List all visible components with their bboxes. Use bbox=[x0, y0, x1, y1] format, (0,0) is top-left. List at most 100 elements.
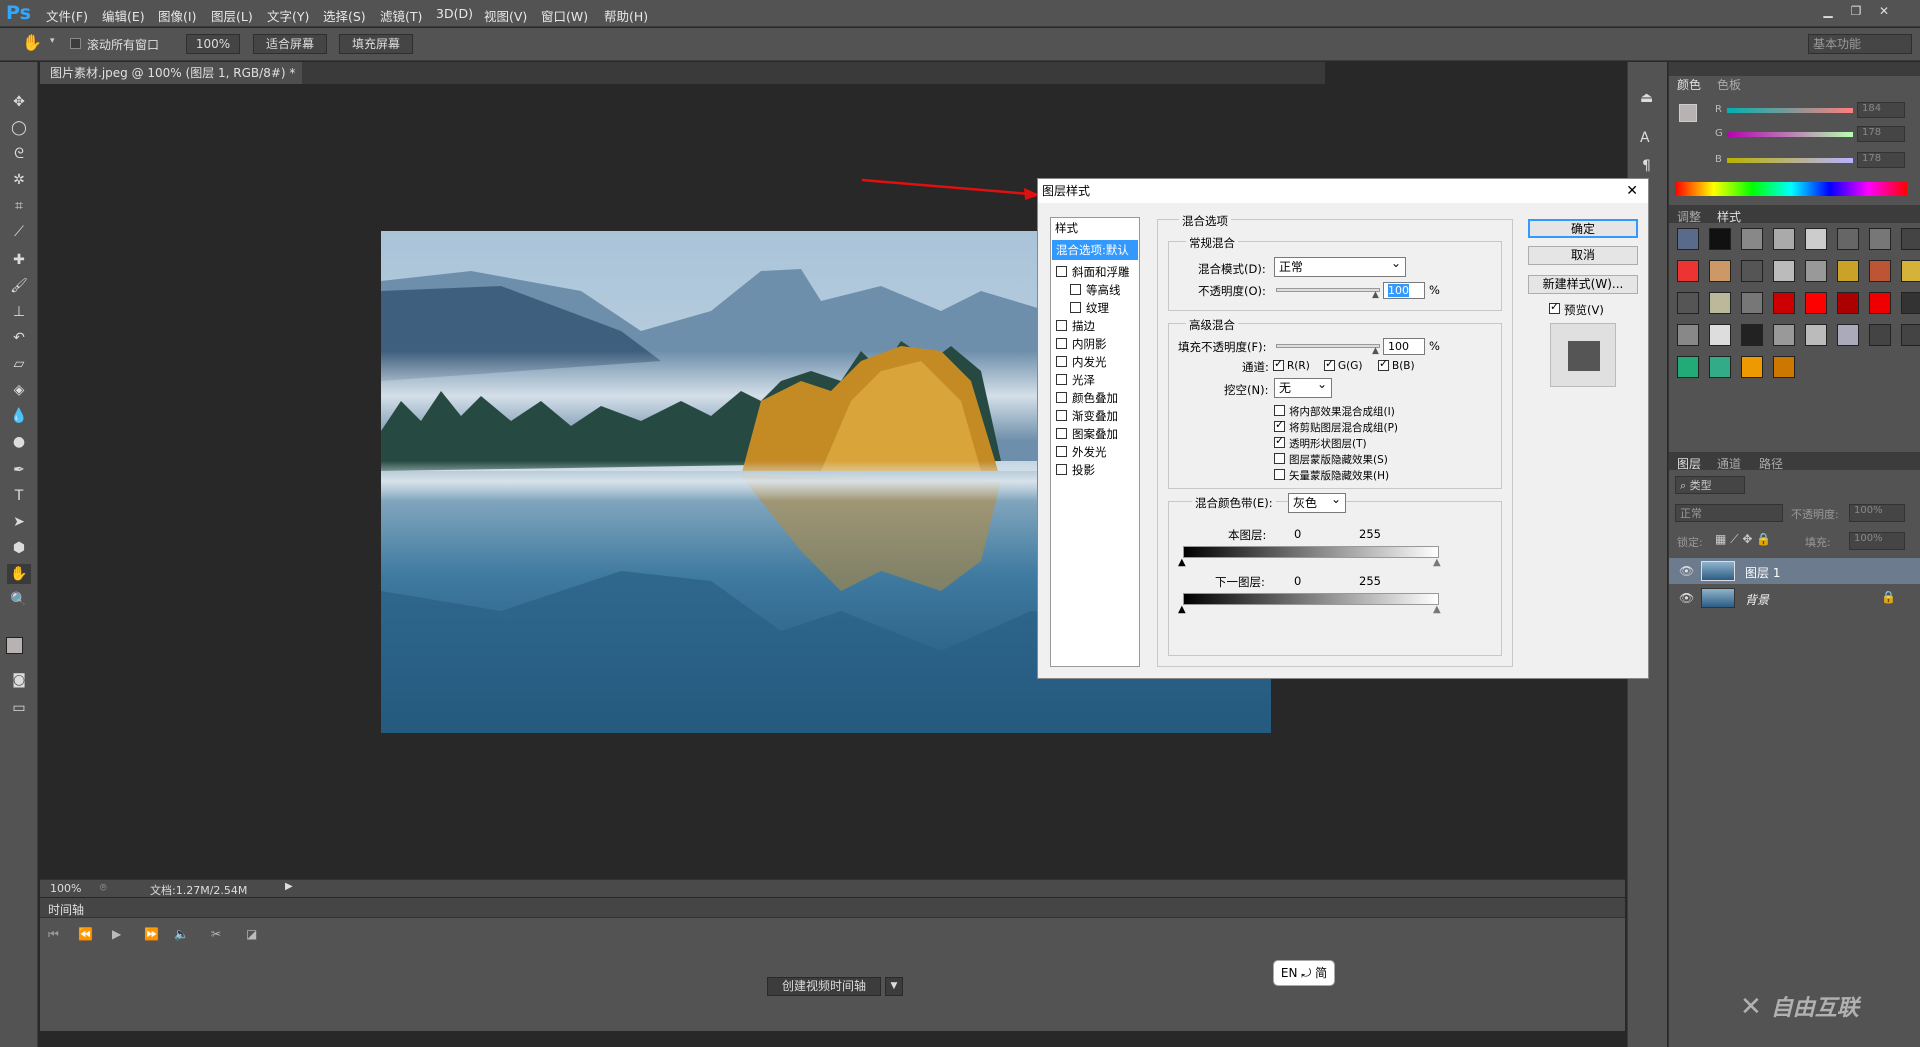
advanced-option-checkbox[interactable] bbox=[1274, 453, 1285, 464]
opacity-slider-thumb-icon[interactable]: ▲ bbox=[1372, 290, 1379, 300]
style-preset-swatch[interactable] bbox=[1805, 260, 1827, 282]
underlying-white-thumb-icon[interactable]: ▲ bbox=[1433, 604, 1441, 615]
brush-tool-icon[interactable]: 🖌 bbox=[7, 276, 31, 296]
advanced-option-checkbox[interactable] bbox=[1274, 405, 1285, 416]
style-item-8[interactable]: 颜色叠加 bbox=[1052, 389, 1138, 407]
visibility-eye-icon[interactable]: 👁 bbox=[1679, 591, 1694, 605]
timeline-transition-icon[interactable]: ◪ bbox=[246, 927, 257, 941]
style-item-checkbox[interactable] bbox=[1056, 446, 1067, 457]
style-preset-swatch[interactable] bbox=[1773, 260, 1795, 282]
style-preset-swatch[interactable] bbox=[1677, 228, 1699, 250]
new-style-button[interactable]: 新建样式(W)... bbox=[1528, 275, 1638, 294]
style-item-checkbox[interactable] bbox=[1056, 428, 1067, 439]
style-item-checkbox[interactable] bbox=[1056, 410, 1067, 421]
quick-mask-icon[interactable]: ◙ bbox=[7, 670, 31, 690]
screen-mode-icon[interactable]: ▭ bbox=[7, 698, 31, 718]
visibility-eye-icon[interactable]: 👁 bbox=[1679, 564, 1694, 578]
workspace-select[interactable]: 基本功能 bbox=[1808, 34, 1912, 54]
magic-wand-tool-icon[interactable]: ✲ bbox=[7, 170, 31, 190]
layer-row-selected[interactable]: 👁 图层 1 bbox=[1669, 558, 1920, 584]
style-preset-swatch[interactable] bbox=[1741, 292, 1763, 314]
style-item-2[interactable]: 等高线 bbox=[1052, 281, 1138, 299]
style-preset-swatch[interactable] bbox=[1677, 356, 1699, 378]
fill-opacity-input[interactable]: 100 bbox=[1383, 338, 1425, 355]
style-preset-swatch[interactable] bbox=[1837, 324, 1859, 346]
timeline-play-icon[interactable]: ▶ bbox=[112, 927, 121, 941]
opacity-slider[interactable] bbox=[1276, 288, 1380, 292]
style-preset-swatch[interactable] bbox=[1773, 292, 1795, 314]
document-tab[interactable]: 图片素材.jpeg @ 100% (图层 1, RGB/8#) * × bbox=[40, 62, 302, 102]
style-item-checkbox[interactable] bbox=[1056, 356, 1067, 367]
move-tool-icon[interactable]: ✥ bbox=[7, 92, 31, 112]
color-spectrum[interactable] bbox=[1675, 182, 1907, 196]
menu-filter[interactable]: 滤镜(T) bbox=[380, 6, 422, 25]
style-preset-swatch[interactable] bbox=[1805, 324, 1827, 346]
style-preset-swatch[interactable] bbox=[1869, 324, 1891, 346]
style-preset-swatch[interactable] bbox=[1901, 292, 1920, 314]
style-item-7[interactable]: 光泽 bbox=[1052, 371, 1138, 389]
style-preset-swatch[interactable] bbox=[1869, 292, 1891, 314]
marquee-tool-icon[interactable]: ◯ bbox=[7, 118, 31, 138]
style-preset-swatch[interactable] bbox=[1773, 356, 1795, 378]
style-preset-swatch[interactable] bbox=[1805, 292, 1827, 314]
zoom-tool-icon[interactable]: 🔍 bbox=[7, 590, 31, 610]
style-item-checkbox[interactable] bbox=[1056, 338, 1067, 349]
tab-paths[interactable]: 路径 bbox=[1759, 455, 1783, 472]
style-item-1[interactable]: 斜面和浮雕 bbox=[1052, 263, 1138, 281]
preview-checkbox[interactable] bbox=[1549, 300, 1560, 314]
menu-layer[interactable]: 图层(L) bbox=[211, 6, 253, 25]
underlying-black-thumb-icon[interactable]: ▲ bbox=[1178, 604, 1186, 615]
style-item-checkbox[interactable] bbox=[1056, 392, 1067, 403]
r-slider[interactable] bbox=[1727, 108, 1853, 113]
channel-r-checkbox[interactable] bbox=[1273, 357, 1284, 371]
dialog-close-icon[interactable]: ✕ bbox=[1626, 179, 1638, 203]
menu-3d[interactable]: 3D(D) bbox=[436, 6, 473, 21]
style-preset-swatch[interactable] bbox=[1677, 292, 1699, 314]
style-preset-swatch[interactable] bbox=[1741, 324, 1763, 346]
tab-layers[interactable]: 图层 bbox=[1677, 455, 1701, 472]
channel-b-checkbox[interactable] bbox=[1378, 357, 1389, 371]
advanced-option-checkbox[interactable] bbox=[1274, 469, 1285, 480]
fill-opacity-slider-thumb-icon[interactable]: ▲ bbox=[1372, 346, 1379, 356]
crop-tool-icon[interactable]: ⌗ bbox=[7, 196, 31, 216]
character-panel-icon[interactable]: A bbox=[1640, 130, 1650, 146]
style-item-checkbox[interactable] bbox=[1056, 266, 1067, 277]
style-preset-swatch[interactable] bbox=[1869, 228, 1891, 250]
blend-mode-select[interactable]: 正常 bbox=[1274, 254, 1406, 277]
status-menu-arrow-icon[interactable]: ▶ bbox=[285, 881, 293, 892]
timeline-prev-frame-icon[interactable]: ⏪ bbox=[78, 927, 93, 941]
menu-type[interactable]: 文字(Y) bbox=[267, 6, 309, 25]
scroll-all-checkbox[interactable] bbox=[70, 38, 81, 49]
style-preset-swatch[interactable] bbox=[1773, 228, 1795, 250]
fg-color-chip[interactable] bbox=[1679, 104, 1697, 122]
eraser-tool-icon[interactable]: ▱ bbox=[7, 354, 31, 374]
tab-styles[interactable]: 样式 bbox=[1717, 208, 1741, 225]
blend-if-select[interactable]: 灰色 bbox=[1288, 490, 1346, 513]
advanced-option-checkbox[interactable] bbox=[1274, 418, 1285, 432]
pen-tool-icon[interactable]: ✒ bbox=[7, 460, 31, 480]
minimize-icon[interactable]: ▁ bbox=[1815, 2, 1841, 20]
style-item-6[interactable]: 内发光 bbox=[1052, 353, 1138, 371]
knockout-select[interactable]: 无 bbox=[1274, 375, 1332, 398]
status-zoom[interactable]: 100% bbox=[50, 882, 81, 895]
style-preset-swatch[interactable] bbox=[1709, 324, 1731, 346]
style-preset-swatch[interactable] bbox=[1901, 260, 1920, 282]
lock-icons[interactable]: ▦ ⟋ ✥ 🔒 bbox=[1715, 532, 1771, 547]
style-preset-swatch[interactable] bbox=[1709, 356, 1731, 378]
restore-icon[interactable]: ❐ bbox=[1843, 2, 1869, 20]
foreground-color-swatch[interactable] bbox=[6, 637, 23, 654]
shape-tool-icon[interactable]: ⬢ bbox=[7, 538, 31, 558]
tool-preset-chevron-icon[interactable]: ▾ bbox=[50, 36, 55, 46]
menu-help[interactable]: 帮助(H) bbox=[604, 6, 648, 25]
hand-tool-icon[interactable]: ✋ bbox=[22, 33, 42, 52]
menu-file[interactable]: 文件(F) bbox=[46, 6, 88, 25]
healing-brush-tool-icon[interactable]: ✚ bbox=[7, 250, 31, 270]
style-item-checkbox[interactable] bbox=[1056, 374, 1067, 385]
menu-window[interactable]: 窗口(W) bbox=[541, 6, 588, 25]
tab-channels[interactable]: 通道 bbox=[1717, 455, 1741, 472]
style-preset-swatch[interactable] bbox=[1677, 260, 1699, 282]
layer-blend-mode-select[interactable]: 正常 bbox=[1675, 504, 1783, 522]
style-item-blending-options[interactable]: 混合选项:默认 bbox=[1052, 240, 1138, 260]
g-value[interactable]: 178 bbox=[1857, 126, 1905, 142]
b-value[interactable]: 178 bbox=[1857, 152, 1905, 168]
